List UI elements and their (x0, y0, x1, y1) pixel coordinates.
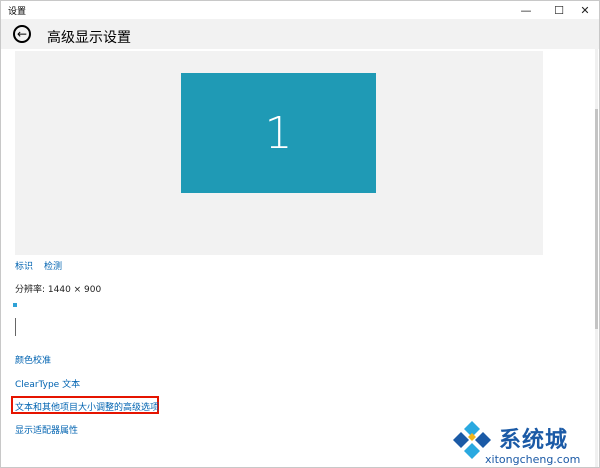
settings-window: 设置 — ☐ ✕ ← 高级显示设置 1 标识 检测 分辨率: 1440 × 90… (0, 0, 600, 468)
back-button[interactable]: ← (13, 25, 31, 43)
title-bar: 设置 — ☐ ✕ (1, 1, 599, 19)
text-cursor (15, 318, 16, 336)
watermark-name: 系统城 (499, 428, 569, 453)
vertical-scrollbar[interactable] (595, 49, 598, 467)
cleartype-link[interactable]: ClearType 文本 (15, 377, 80, 390)
page-header: ← 高级显示设置 (1, 19, 599, 49)
monitor-label: 1 (264, 107, 293, 159)
minimize-button[interactable]: — (511, 1, 541, 19)
close-button[interactable]: ✕ (570, 1, 599, 19)
dropdown-marker (13, 303, 17, 307)
identify-link[interactable]: 标识 (15, 259, 33, 272)
adapter-properties-link[interactable]: 显示适配器属性 (15, 423, 78, 436)
scrollbar-thumb[interactable] (595, 109, 598, 329)
window-title: 设置 (8, 7, 27, 17)
monitor-1[interactable]: 1 (181, 73, 376, 193)
resolution-value: 分辨率: 1440 × 900 (15, 285, 102, 295)
detect-link[interactable]: 检测 (44, 259, 62, 272)
watermark: 系统城 xitongcheng.com (449, 419, 599, 467)
back-arrow-icon: ← (16, 27, 28, 41)
display-preview: 1 (15, 51, 543, 255)
page-title: 高级显示设置 (47, 30, 131, 46)
color-calibration-link[interactable]: 颜色校准 (15, 353, 51, 366)
advanced-sizing-link[interactable]: 文本和其他项目大小调整的高级选项 (15, 400, 159, 413)
watermark-url: xitongcheng.com (485, 453, 581, 466)
